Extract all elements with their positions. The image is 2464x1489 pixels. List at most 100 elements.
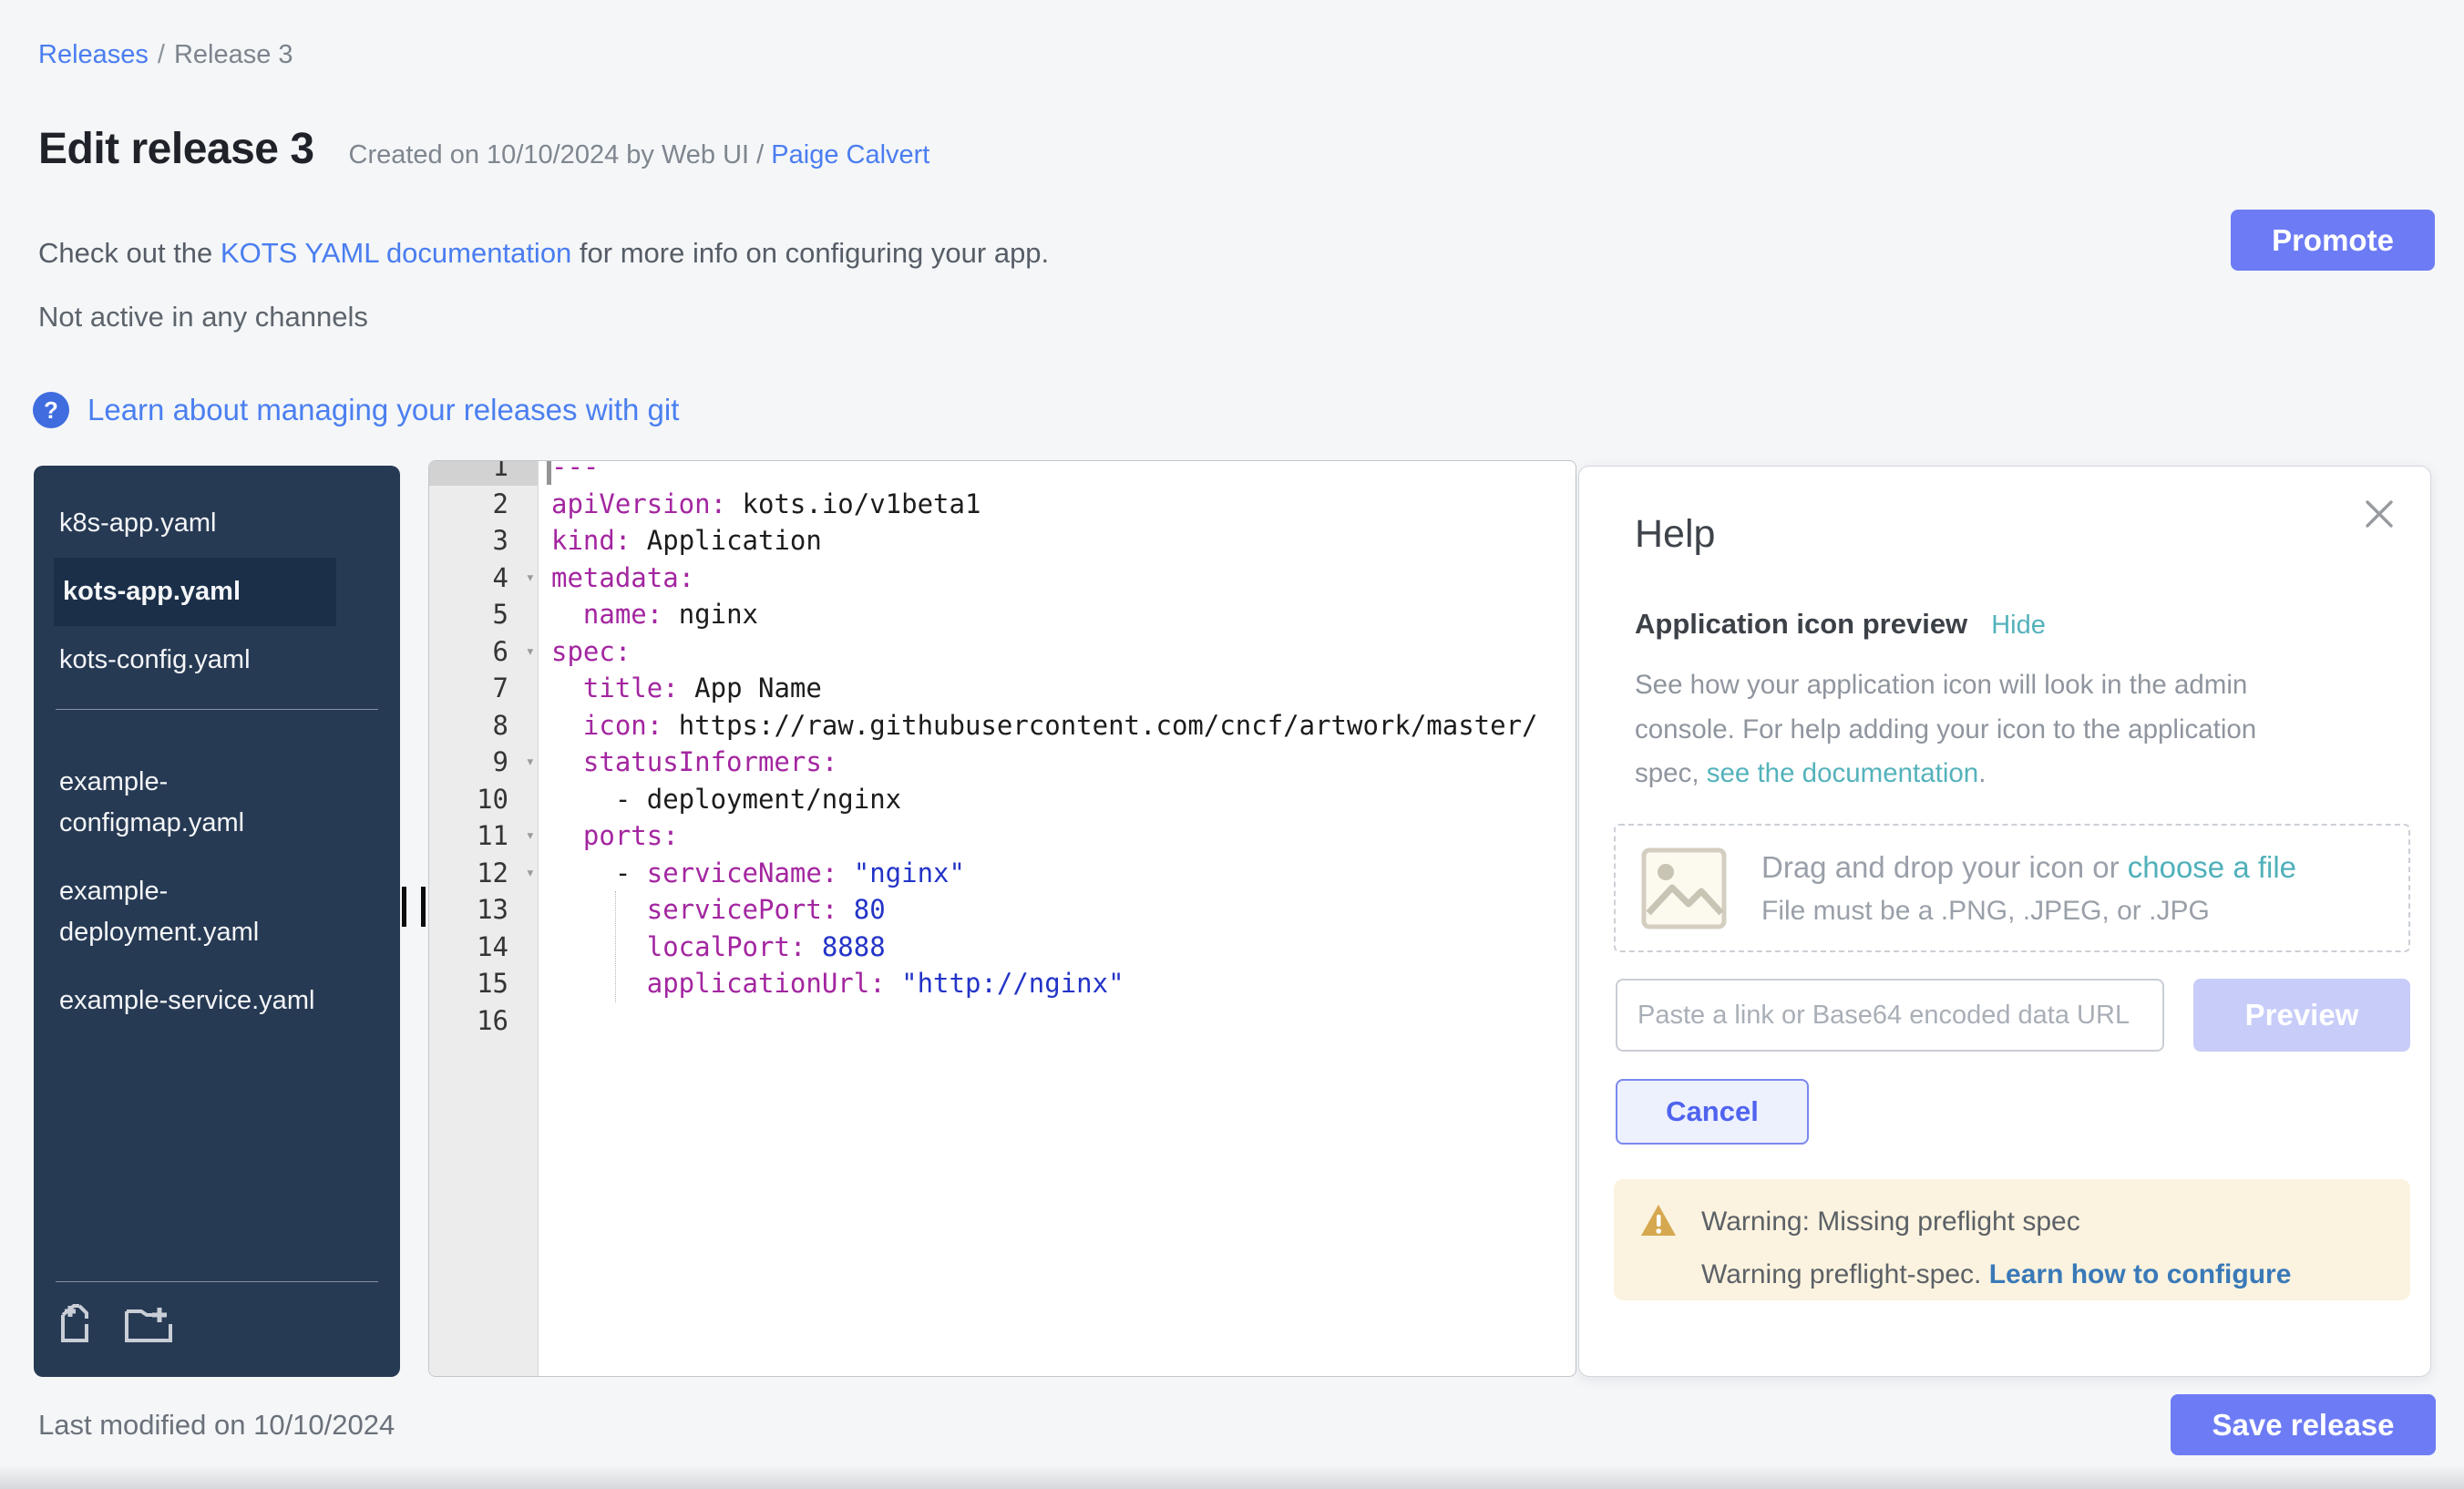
- icon-url-input[interactable]: [1616, 979, 2164, 1052]
- code-token: nginx: [662, 599, 758, 630]
- created-text: Created on 10/10/2024 by Web UI /: [349, 140, 765, 169]
- git-help-row: ? Learn about managing your releases wit…: [33, 392, 679, 428]
- help-title: Help: [1635, 512, 1715, 557]
- code-token: applicationUrl:: [647, 968, 886, 999]
- sidebar-resize-handle-bar[interactable]: [421, 887, 426, 927]
- page-title: Edit release 3: [38, 124, 314, 174]
- code-token: statusInformers:: [583, 746, 837, 777]
- learn-how-to-configure-link[interactable]: Learn how to configure: [1989, 1259, 2292, 1289]
- save-release-button[interactable]: Save release: [2171, 1394, 2436, 1455]
- file-list-top: k8s-app.yamlkots-app.yamlkots-config.yam…: [34, 466, 400, 694]
- file-tree-item[interactable]: kots-config.yaml: [56, 626, 338, 694]
- new-folder-icon[interactable]: [123, 1302, 174, 1344]
- created-by-link[interactable]: Paige Calvert: [771, 140, 929, 169]
- code-line[interactable]: ---: [539, 461, 1576, 486]
- code-line[interactable]: kind: Application: [539, 522, 1576, 560]
- code-line[interactable]: [539, 1002, 1576, 1040]
- fold-arrow-icon[interactable]: ▾: [526, 744, 535, 781]
- code-line[interactable]: title: App Name: [539, 670, 1576, 707]
- code-token: "nginx": [837, 857, 965, 888]
- gutter-line-number: 4▾: [429, 560, 538, 597]
- icon-dropzone[interactable]: Drag and drop your icon or choose a file…: [1614, 824, 2410, 952]
- doc-hint-line: Check out the KOTS YAML documentation fo…: [38, 237, 1049, 270]
- gutter-line-number: 7: [429, 670, 538, 707]
- code-token: [551, 599, 583, 630]
- breadcrumb-current: Release 3: [174, 40, 293, 69]
- gutter-line-number: 10: [429, 781, 538, 818]
- doc-hint-suffix: for more info on configuring your app.: [571, 237, 1049, 269]
- code-line[interactable]: metadata:: [539, 560, 1576, 597]
- code-line[interactable]: statusInformers:: [539, 744, 1576, 781]
- code-token: - deployment/nginx: [551, 784, 901, 815]
- cancel-button[interactable]: Cancel: [1616, 1079, 1809, 1145]
- code-token: icon:: [583, 710, 662, 741]
- code-token: title:: [583, 673, 679, 703]
- code-token: ports:: [583, 820, 679, 851]
- dropzone-line1: Drag and drop your icon or: [1761, 850, 2128, 884]
- editor-code-area[interactable]: ---apiVersion: kots.io/v1beta1kind: Appl…: [539, 461, 1576, 1376]
- code-token: apiVersion:: [551, 488, 726, 519]
- warning-detail-text: Warning preflight-spec.: [1701, 1259, 1989, 1289]
- warning-detail: Warning preflight-spec. Learn how to con…: [1701, 1259, 2291, 1290]
- code-token: metadata:: [551, 562, 694, 593]
- code-token: [551, 820, 583, 851]
- image-placeholder-icon: [1641, 847, 1727, 929]
- created-note: Created on 10/10/2024 by Web UI / Paige …: [349, 140, 930, 170]
- gutter-line-number: 8: [429, 707, 538, 744]
- code-line[interactable]: servicePort: 80: [539, 891, 1576, 929]
- sidebar-resize-handle-bar[interactable]: [402, 887, 406, 927]
- file-tree-item[interactable]: example-service.yaml: [56, 967, 338, 1035]
- git-releases-link[interactable]: Learn about managing your releases with …: [87, 393, 679, 427]
- file-tree-item[interactable]: k8s-app.yaml: [56, 489, 338, 558]
- code-token: localPort:: [647, 931, 806, 962]
- breadcrumb: Releases/Release 3: [38, 40, 293, 70]
- close-icon[interactable]: [2363, 498, 2396, 530]
- new-file-icon[interactable]: [56, 1302, 96, 1344]
- code-line[interactable]: icon: https://raw.githubusercontent.com/…: [539, 707, 1576, 744]
- code-line[interactable]: - serviceName: "nginx": [539, 855, 1576, 892]
- promote-button[interactable]: Promote: [2231, 210, 2435, 271]
- fold-arrow-icon[interactable]: ▾: [526, 560, 535, 597]
- code-line[interactable]: apiVersion: kots.io/v1beta1: [539, 486, 1576, 523]
- yaml-editor: 1234▾56▾789▾1011▾12▾13141516 ---apiVersi…: [428, 460, 1576, 1377]
- code-token: name:: [583, 599, 662, 630]
- code-token: [551, 746, 583, 777]
- fold-arrow-icon[interactable]: ▾: [526, 817, 535, 855]
- gutter-line-number: 11▾: [429, 817, 538, 855]
- gutter-line-number: 5: [429, 596, 538, 633]
- fold-arrow-icon[interactable]: ▾: [526, 633, 535, 671]
- fold-arrow-icon[interactable]: ▾: [526, 855, 535, 892]
- file-tree-sidebar: k8s-app.yamlkots-app.yamlkots-config.yam…: [34, 466, 400, 1377]
- hide-link[interactable]: Hide: [1991, 611, 2046, 641]
- file-tree-item[interactable]: example-configmap.yaml: [56, 748, 338, 857]
- code-token: [551, 968, 647, 999]
- file-list-divider: [56, 709, 378, 710]
- gutter-line-number: 14: [429, 929, 538, 966]
- kots-yaml-doc-link[interactable]: KOTS YAML documentation: [221, 237, 571, 269]
- choose-a-file-link[interactable]: choose a file: [2128, 850, 2296, 884]
- code-line[interactable]: name: nginx: [539, 596, 1576, 633]
- breadcrumb-releases-link[interactable]: Releases: [38, 40, 149, 69]
- file-list-bottom: example-configmap.yamlexample-deployment…: [34, 724, 400, 1035]
- preview-button[interactable]: Preview: [2193, 979, 2410, 1052]
- file-tree-item[interactable]: example-deployment.yaml: [56, 857, 338, 967]
- warning-triangle-icon: [1639, 1203, 1678, 1237]
- icon-preview-title: Application icon preview: [1635, 608, 1967, 641]
- gutter-line-number: 3: [429, 522, 538, 560]
- code-token: kind:: [551, 525, 631, 556]
- code-token: 80: [837, 894, 885, 925]
- code-line[interactable]: applicationUrl: "http://nginx": [539, 965, 1576, 1002]
- question-mark-icon: ?: [33, 392, 69, 428]
- warning-title: Warning: Missing preflight spec: [1701, 1207, 2080, 1237]
- code-line[interactable]: localPort: 8888: [539, 929, 1576, 966]
- code-line[interactable]: ports:: [539, 817, 1576, 855]
- code-line[interactable]: - deployment/nginx: [539, 781, 1576, 818]
- last-modified-text: Last modified on 10/10/2024: [38, 1409, 395, 1442]
- code-token: Application: [631, 525, 822, 556]
- file-tree-item[interactable]: kots-app.yaml: [54, 558, 336, 626]
- dropzone-text: Drag and drop your icon or choose a file…: [1761, 850, 2296, 927]
- code-line[interactable]: spec:: [539, 633, 1576, 671]
- icon-preview-description: See how your application icon will look …: [1635, 663, 2287, 796]
- see-documentation-link[interactable]: see the documentation: [1707, 758, 1979, 788]
- gutter-line-number: 12▾: [429, 855, 538, 892]
